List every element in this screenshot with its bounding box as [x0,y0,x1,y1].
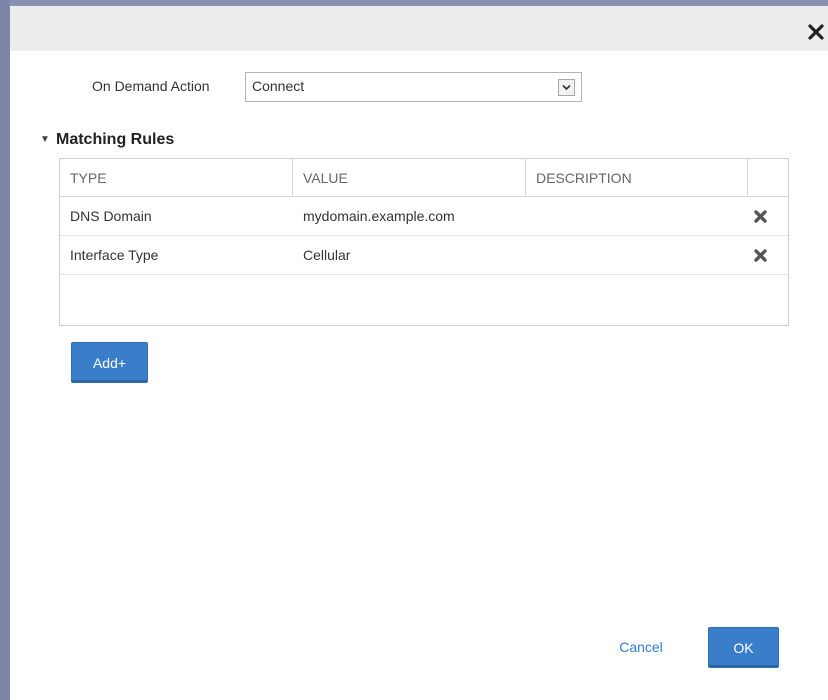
delete-row-icon[interactable] [753,248,768,263]
ok-button[interactable]: OK [708,627,779,668]
cell-type: Interface Type [70,247,159,263]
table-row[interactable]: Interface Type Cellular [60,236,788,275]
delete-row-icon[interactable] [753,209,768,224]
column-header-description: DESCRIPTION [526,159,748,197]
close-icon[interactable] [806,21,826,43]
matching-rules-title: Matching Rules [56,131,175,148]
on-demand-action-select[interactable]: Connect [245,72,582,102]
on-demand-action-label: On Demand Action [92,78,210,94]
column-header-value: VALUE [293,159,526,197]
matching-rules-table: TYPE VALUE DESCRIPTION DNS Domain mydoma… [59,158,789,326]
cell-value: mydomain.example.com [303,208,455,224]
cell-value: Cellular [303,247,351,263]
dialog-left-border [0,0,10,700]
dialog: On Demand Action Connect ▼ Matching Rules… [0,0,828,700]
on-demand-action-value: Connect [252,78,305,94]
cell-type: DNS Domain [70,208,152,224]
add-rule-button[interactable]: Add+ [71,342,148,383]
cancel-button[interactable]: Cancel [601,632,681,662]
cell-description [526,197,748,236]
dialog-body: On Demand Action Connect ▼ Matching Rules… [10,6,828,700]
matching-rules-header[interactable]: ▼ Matching Rules [40,131,174,149]
dialog-header [10,6,828,51]
chevron-down-icon[interactable] [558,79,575,96]
table-row[interactable]: DNS Domain mydomain.example.com [60,197,788,236]
column-header-actions [748,159,788,197]
caret-down-icon[interactable]: ▼ [40,134,50,145]
cell-description [526,236,748,275]
column-header-type: TYPE [60,159,293,197]
table-header: TYPE VALUE DESCRIPTION [60,159,788,197]
